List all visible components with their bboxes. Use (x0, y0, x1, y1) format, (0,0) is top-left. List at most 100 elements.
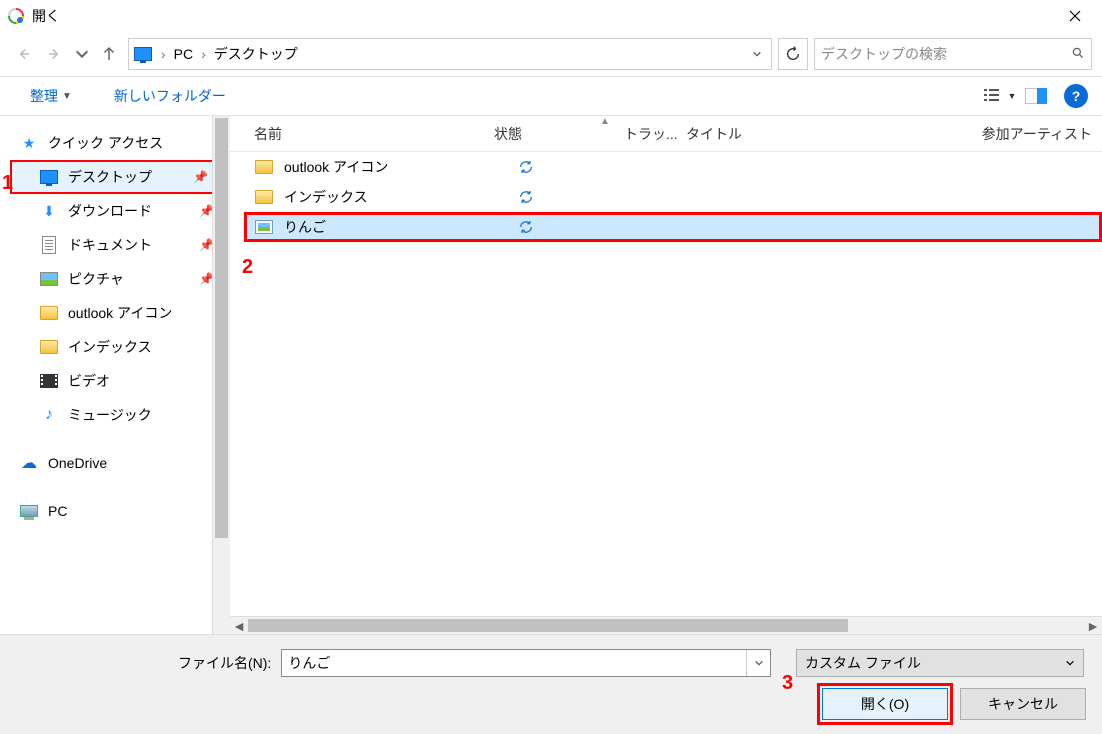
caret-down-icon: ▼ (1008, 91, 1017, 101)
file-name: outlook アイコン (284, 157, 514, 177)
sync-icon (514, 219, 644, 235)
nav-label: OneDrive (48, 455, 107, 471)
view-mode-button[interactable]: ▼ (982, 82, 1018, 110)
close-icon (1069, 10, 1081, 22)
annotation-1: 1 (2, 172, 13, 195)
sync-icon (514, 159, 644, 175)
nav-label: ミュージック (68, 405, 152, 425)
scrollbar-thumb[interactable] (215, 118, 228, 538)
footer: ファイル名(N): カスタム ファイル 開く(O) キャンセル (0, 634, 1102, 734)
window-title: 開く (32, 6, 60, 26)
annotation-3: 3 (782, 672, 793, 695)
scroll-left-button[interactable]: ◄ (230, 617, 248, 634)
nav-row: › PC › デスクトップ (0, 32, 1102, 76)
pin-icon: 📌 (193, 170, 208, 184)
folder-icon (254, 157, 274, 177)
nav-label: ダウンロード (68, 201, 152, 221)
file-row-selected[interactable]: りんご (244, 212, 1102, 242)
app-icon (8, 8, 24, 24)
nav-music[interactable]: ♪ ミュージック (0, 398, 230, 432)
nav-desktop[interactable]: デスクトップ 📌 (10, 160, 226, 194)
new-folder-button[interactable]: 新しいフォルダー (108, 82, 232, 110)
nav-label: インデックス (68, 337, 152, 357)
chevron-down-icon (754, 658, 764, 668)
folder-icon (40, 338, 58, 356)
nav-label: ピクチャ (68, 269, 124, 289)
column-title[interactable]: タイトル (686, 124, 956, 144)
chevron-right-icon: › (197, 46, 210, 62)
filename-dropdown[interactable] (746, 650, 770, 676)
details-view-icon (984, 88, 1006, 104)
arrow-up-icon (100, 45, 118, 63)
arrow-right-icon (46, 45, 64, 63)
refresh-icon (785, 46, 801, 62)
nav-scrollbar[interactable] (212, 116, 230, 634)
file-row[interactable]: outlook アイコン (230, 152, 1102, 182)
nav-documents[interactable]: ドキュメント 📌 (0, 228, 230, 262)
folder-icon (40, 304, 58, 322)
pc-icon (20, 502, 38, 520)
file-area: ▲ 名前 状態 トラッ... タイトル 参加アーティスト outlook アイコ… (230, 116, 1102, 634)
column-artist[interactable]: 参加アーティスト (956, 124, 1102, 144)
forward-button[interactable] (42, 41, 68, 67)
nav-outlook-icons[interactable]: outlook アイコン (0, 296, 230, 330)
image-icon (254, 217, 274, 237)
close-button[interactable] (1052, 0, 1098, 32)
up-button[interactable] (96, 41, 122, 67)
nav-quick-access[interactable]: ★ クイック アクセス (0, 126, 230, 160)
arrow-left-icon (14, 45, 32, 63)
chevron-down-icon (752, 49, 762, 59)
scroll-right-button[interactable]: ► (1084, 617, 1102, 634)
refresh-button[interactable] (778, 38, 808, 70)
cancel-button[interactable]: キャンセル (960, 688, 1086, 720)
preview-pane-icon (1025, 88, 1047, 104)
star-icon: ★ (20, 134, 38, 152)
titlebar: 開く (0, 0, 1102, 32)
search-box[interactable] (814, 38, 1092, 70)
column-name[interactable]: 名前 (254, 124, 494, 144)
search-input[interactable] (821, 46, 1071, 62)
file-type-combo[interactable]: カスタム ファイル (796, 649, 1084, 677)
column-headers: ▲ 名前 状態 トラッ... タイトル 参加アーティスト (230, 116, 1102, 152)
search-icon[interactable] (1071, 46, 1085, 63)
chevron-right-icon: › (157, 46, 170, 62)
annotation-2: 2 (242, 256, 253, 279)
filename-combo[interactable] (281, 649, 771, 677)
recent-button[interactable] (74, 41, 90, 67)
filename-input[interactable] (282, 655, 746, 671)
new-folder-label: 新しいフォルダー (114, 86, 226, 106)
monitor-icon (133, 46, 153, 62)
open-label: 開く(O) (861, 694, 909, 714)
nav-pictures[interactable]: ピクチャ 📌 (0, 262, 230, 296)
nav-onedrive[interactable]: ☁ OneDrive (0, 446, 230, 480)
preview-pane-button[interactable] (1018, 82, 1054, 110)
nav-pc[interactable]: PC (0, 494, 230, 528)
body: ★ クイック アクセス デスクトップ 📌 ⬇ ダウンロード 📌 ドキュメント 📌… (0, 116, 1102, 634)
breadcrumb-folder[interactable]: デスクトップ (214, 44, 298, 64)
document-icon (40, 236, 58, 254)
picture-icon (40, 270, 58, 288)
address-dropdown[interactable] (747, 40, 767, 68)
nav-label: ビデオ (68, 371, 110, 391)
nav-videos[interactable]: ビデオ (0, 364, 230, 398)
scrollbar-thumb[interactable] (248, 619, 848, 632)
horizontal-scrollbar[interactable]: ◄ ► (230, 616, 1102, 634)
open-button[interactable]: 開く(O) (822, 688, 948, 720)
help-button[interactable]: ? (1064, 84, 1088, 108)
nav-label: outlook アイコン (68, 303, 172, 323)
back-button[interactable] (10, 41, 36, 67)
file-row[interactable]: インデックス (230, 182, 1102, 212)
address-bar[interactable]: › PC › デスクトップ (128, 38, 772, 70)
breadcrumb-pc[interactable]: PC (174, 46, 193, 62)
column-track[interactable]: トラッ... (624, 124, 686, 144)
nav-index[interactable]: インデックス (0, 330, 230, 364)
sort-indicator-icon: ▲ (600, 116, 610, 127)
organize-button[interactable]: 整理 ▼ (24, 82, 78, 110)
cancel-label: キャンセル (988, 694, 1058, 714)
chevron-down-icon (74, 45, 90, 63)
folder-icon (254, 187, 274, 207)
file-name: インデックス (284, 187, 514, 207)
file-list: outlook アイコン インデックス りんご (230, 152, 1102, 616)
nav-downloads[interactable]: ⬇ ダウンロード 📌 (0, 194, 230, 228)
caret-down-icon: ▼ (62, 91, 72, 102)
